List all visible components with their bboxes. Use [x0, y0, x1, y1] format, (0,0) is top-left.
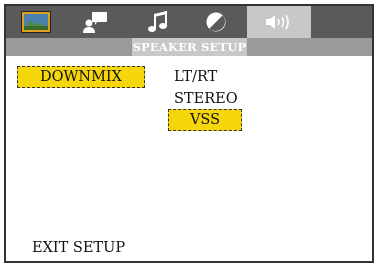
setup-screen: SPEAKER SETUP DOWNMIX LT/RT STEREO VSS E…	[4, 4, 374, 263]
tab-picture[interactable]	[12, 6, 60, 38]
tab-language[interactable]	[70, 6, 120, 38]
picture-icon	[21, 11, 51, 33]
option-vss-label: VSS	[189, 112, 221, 128]
tab-speaker[interactable]	[247, 6, 311, 38]
language-icon	[83, 12, 107, 33]
exit-setup-button[interactable]: EXIT SETUP	[32, 240, 125, 256]
tab-video[interactable]	[192, 6, 240, 38]
option-ltrt[interactable]: LT/RT	[174, 69, 217, 85]
title-bar: SPEAKER SETUP	[6, 38, 372, 56]
music-note-icon	[148, 11, 167, 32]
option-stereo[interactable]: STEREO	[174, 91, 238, 107]
brightness-icon	[206, 12, 226, 32]
downmix-button[interactable]: DOWNMIX	[17, 66, 145, 88]
tab-bar	[6, 6, 372, 38]
speaker-icon	[266, 14, 289, 30]
downmix-label: DOWNMIX	[39, 69, 122, 85]
page-title: SPEAKER SETUP	[132, 40, 247, 54]
option-vss[interactable]: VSS	[168, 109, 242, 131]
tab-audio[interactable]	[134, 6, 182, 38]
